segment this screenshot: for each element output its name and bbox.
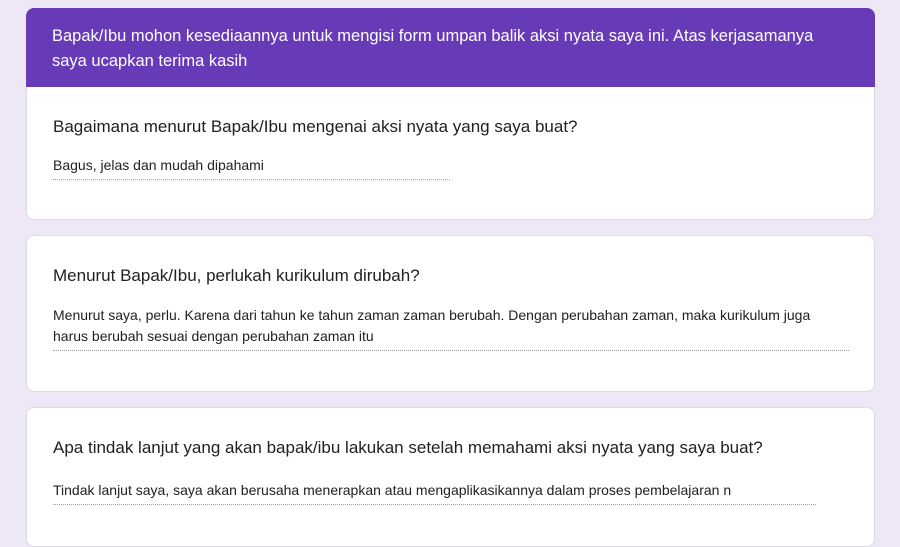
question-title-3: Apa tindak lanjut yang akan bapak/ibu la… — [53, 438, 763, 457]
form-description: Bapak/Ibu mohon kesediaannya untuk mengi… — [52, 27, 814, 70]
question-title-2: Menurut Bapak/Ibu, perlukah kurikulum di… — [53, 266, 420, 285]
form-container: Bapak/Ibu mohon kesediaannya untuk mengi… — [26, 8, 875, 547]
question-card-2: Menurut Bapak/Ibu, perlukah kurikulum di… — [26, 235, 875, 392]
question-card-3: Apa tindak lanjut yang akan bapak/ibu la… — [26, 407, 875, 547]
question-card-1: Bagaimana menurut Bapak/Ibu mengenai aks… — [26, 87, 875, 220]
answer-field-1[interactable]: Bagus, jelas dan mudah dipahami — [53, 155, 450, 180]
form-header: Bapak/Ibu mohon kesediaannya untuk mengi… — [26, 8, 875, 87]
question-title-1: Bagaimana menurut Bapak/Ibu mengenai aks… — [53, 117, 578, 136]
answer-field-3[interactable]: Tindak lanjut saya, saya akan berusaha m… — [53, 480, 816, 505]
answer-field-2[interactable]: Menurut saya, perlu. Karena dari tahun k… — [53, 305, 849, 351]
